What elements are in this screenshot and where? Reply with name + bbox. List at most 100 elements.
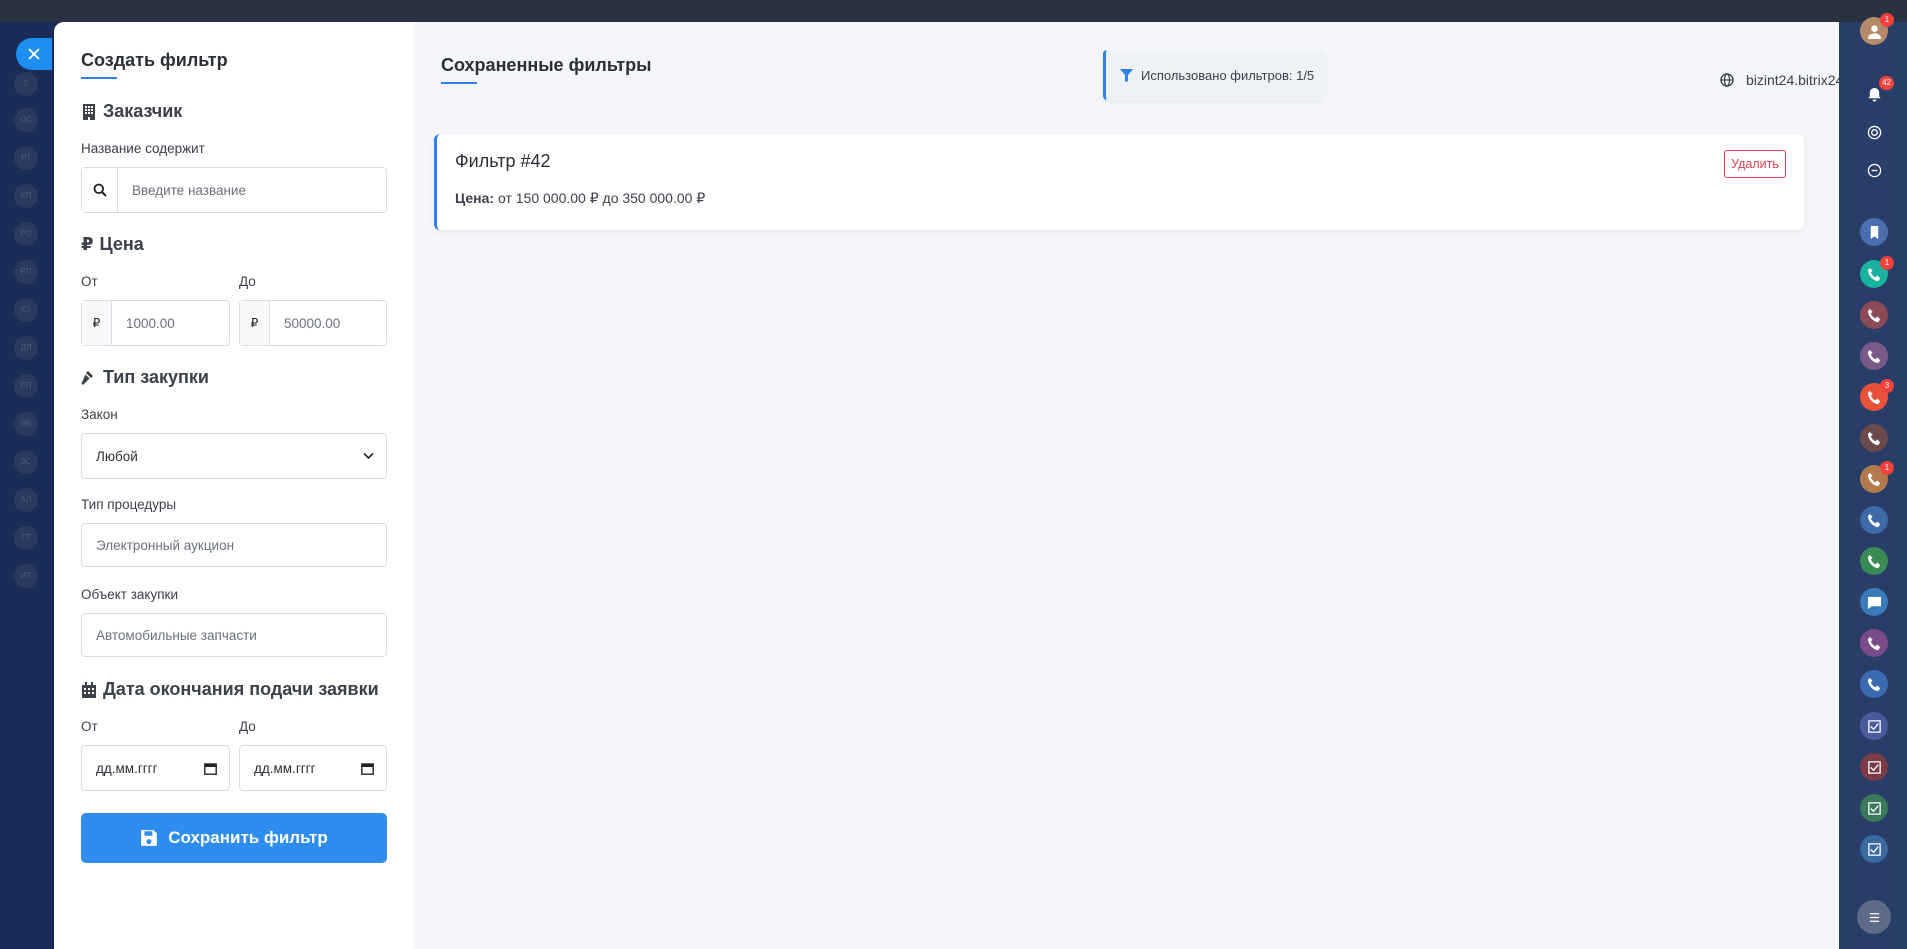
section-deadline-label: Дата окончания подачи заявки — [103, 679, 379, 699]
call-badge: 1 — [1880, 256, 1894, 270]
date-to-placeholder: дд.мм.гггг — [254, 760, 316, 776]
gavel-icon — [81, 370, 93, 385]
bookmark-icon — [1870, 225, 1878, 239]
procedure-type-placeholder: Электронный аукцион — [96, 537, 235, 553]
search-chat-button[interactable] — [1860, 156, 1888, 184]
section-customer: Заказчик — [81, 101, 182, 122]
calendar-icon — [82, 681, 96, 698]
deadline-from-date-input[interactable]: дд.мм.гггг — [81, 745, 230, 791]
floppy-disk-icon — [141, 830, 158, 846]
call-contact-3[interactable] — [1860, 342, 1888, 370]
deadline-to-label: До — [239, 719, 256, 734]
search-icon — [82, 168, 118, 212]
section-price-label: Цена — [99, 234, 144, 254]
portal-domain: bizint24.bitrix24.ru — [1720, 72, 1839, 88]
section-price: ₽ Цена — [81, 234, 144, 255]
call-contact-7[interactable] — [1860, 506, 1888, 534]
phone-icon — [1867, 554, 1880, 568]
copilot-button[interactable] — [1860, 118, 1888, 146]
title-underline — [81, 77, 117, 79]
ruble-icon: ₽ — [81, 234, 94, 254]
call-contact-4[interactable]: 3 — [1860, 379, 1894, 411]
price-from-input[interactable]: ₽ 1000.00 — [81, 300, 230, 346]
chat-icon — [1867, 596, 1881, 609]
calendar-picker-icon[interactable] — [204, 762, 217, 775]
user-icon — [1867, 24, 1881, 39]
call-badge: 1 — [1880, 461, 1894, 475]
ruble-prefix: ₽ — [240, 301, 270, 345]
calendar-picker-icon[interactable] — [361, 762, 374, 775]
filter-price-value: от 150 000.00 ₽ до 350 000.00 ₽ — [497, 190, 706, 206]
procedure-type-label: Тип процедуры — [81, 497, 177, 512]
task-checkbox-icon — [1867, 719, 1881, 733]
procedure-type-input[interactable]: Электронный аукцион — [81, 523, 387, 567]
price-from-value: 1000.00 — [126, 315, 175, 331]
bell-icon — [1867, 87, 1881, 102]
task-item-3[interactable] — [1860, 794, 1888, 822]
deadline-from-label: От — [81, 719, 98, 734]
portal-domain-text: bizint24.bitrix24.ru — [1746, 72, 1839, 88]
task-checkbox-icon — [1867, 801, 1881, 815]
phone-icon — [1867, 349, 1880, 363]
date-from-placeholder: дд.мм.гггг — [96, 760, 158, 776]
chevron-down-icon — [363, 452, 374, 460]
building-icon — [83, 103, 95, 120]
phone-icon — [1867, 677, 1880, 691]
price-to-input[interactable]: ₽ 50000.00 — [239, 300, 387, 346]
save-filter-label: Сохранить фильтр — [168, 828, 328, 847]
call-contact-1[interactable]: 1 — [1860, 256, 1894, 288]
law-select[interactable]: Любой — [81, 433, 387, 479]
deadline-to-date-input[interactable]: дд.мм.гггг — [239, 745, 387, 791]
saved-filter-card: Фильтр #42 Цена: от 150 000.00 ₽ до 350 … — [434, 134, 1804, 230]
right-toolbar: 1 42 1 3 1 — [1839, 0, 1907, 949]
filter-card-price: Цена: от 150 000.00 ₽ до 350 000.00 ₽ — [455, 190, 705, 207]
notifications-button[interactable]: 42 — [1860, 76, 1894, 108]
section-purchase-type: Тип закупки — [81, 367, 209, 388]
call-contact-10[interactable] — [1860, 670, 1888, 698]
menu-lines-icon — [1869, 912, 1879, 922]
call-contact-6[interactable]: 1 — [1860, 461, 1894, 493]
law-selected-value: Любой — [96, 448, 138, 464]
task-checkbox-icon — [1867, 760, 1881, 774]
saved-title-underline — [441, 82, 477, 84]
price-from-label: От — [81, 274, 98, 289]
task-item-4[interactable] — [1860, 835, 1888, 863]
save-filter-button[interactable]: Сохранить фильтр — [81, 813, 387, 863]
phone-icon — [1867, 513, 1880, 527]
task-item-2[interactable] — [1860, 753, 1888, 781]
phone-icon — [1867, 431, 1880, 445]
open-chat-button[interactable] — [1857, 900, 1891, 934]
filter-icon — [1120, 68, 1133, 82]
close-slider-button[interactable] — [16, 38, 52, 70]
purchase-object-input[interactable]: Автомобильные запчасти — [81, 613, 387, 657]
filter-card-title: Фильтр #42 — [455, 151, 551, 171]
delete-filter-button[interactable]: Удалить — [1724, 150, 1786, 178]
task-item-1[interactable] — [1860, 712, 1888, 740]
phone-icon — [1867, 390, 1880, 404]
notifications-badge: 42 — [1879, 76, 1894, 90]
close-icon — [28, 48, 40, 60]
section-customer-label: Заказчик — [103, 101, 183, 121]
call-contact-8[interactable] — [1860, 547, 1888, 575]
customer-name-input[interactable]: Введите название — [81, 167, 387, 213]
section-purchase-type-label: Тип закупки — [103, 367, 209, 387]
call-contact-5[interactable] — [1860, 424, 1888, 452]
target-icon — [1867, 125, 1881, 139]
purchase-object-label: Объект закупки — [81, 587, 178, 602]
call-contact-2[interactable] — [1860, 301, 1888, 329]
globe-icon — [1720, 73, 1734, 87]
purchase-object-placeholder: Автомобильные запчасти — [96, 627, 257, 643]
phone-icon — [1867, 472, 1880, 486]
chat-contact[interactable] — [1860, 588, 1888, 616]
name-contains-label: Название содержит — [81, 141, 205, 156]
saved-filters-area: Сохраненные фильтры Использовано фильтро… — [414, 22, 1839, 949]
user-avatar[interactable]: 1 — [1860, 13, 1894, 45]
bookmark-button[interactable] — [1860, 218, 1888, 246]
saved-filters-title: Сохраненные фильтры — [441, 55, 652, 75]
phone-icon — [1867, 308, 1880, 322]
avatar-badge: 1 — [1880, 13, 1894, 27]
call-contact-9[interactable] — [1860, 629, 1888, 657]
filters-usage-counter: Использовано фильтров: 1/5 — [1103, 50, 1325, 100]
customer-name-placeholder: Введите название — [132, 182, 246, 198]
section-deadline: Дата окончания подачи заявки — [81, 679, 379, 700]
